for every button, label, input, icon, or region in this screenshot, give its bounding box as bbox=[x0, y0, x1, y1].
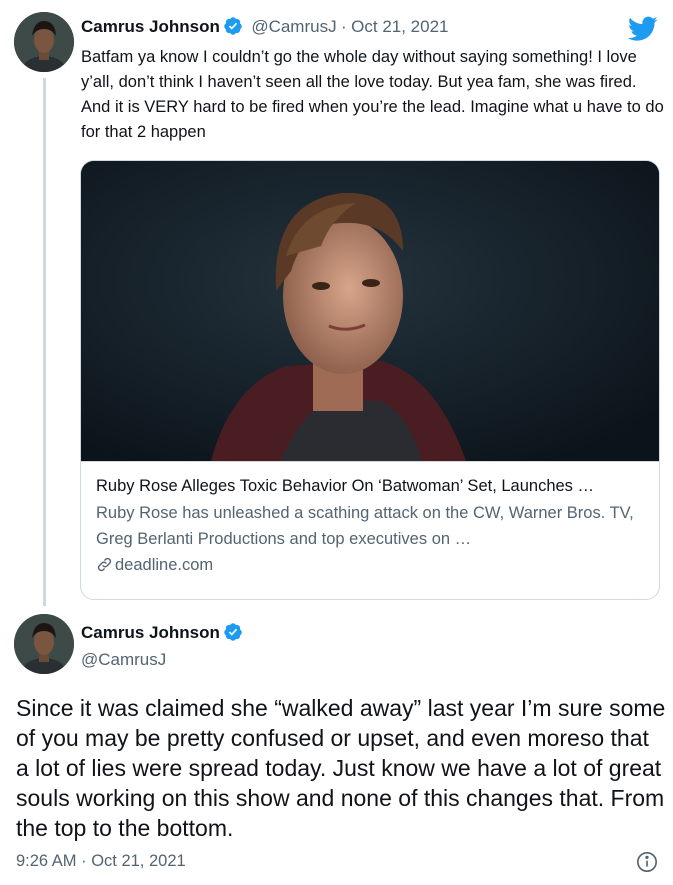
info-icon[interactable] bbox=[636, 851, 658, 873]
link-card[interactable]: Ruby Rose Alleges Toxic Behavior On ‘Bat… bbox=[80, 160, 660, 600]
tweet-text: Batfam ya know I couldn’t go the whole d… bbox=[81, 48, 664, 141]
tweet-header: Camrus Johnson @CamrusJ · Oct 21, 2021 bbox=[81, 16, 449, 37]
card-title[interactable]: Ruby Rose Alleges Toxic Behavior On ‘Bat… bbox=[96, 474, 644, 498]
avatar[interactable] bbox=[14, 12, 74, 72]
tweet-timestamp[interactable]: 9:26 AM · Oct 21, 2021 bbox=[16, 852, 186, 871]
separator-dot: · bbox=[341, 17, 347, 36]
link-icon bbox=[96, 555, 113, 572]
thread-connector bbox=[43, 78, 46, 606]
author-handle[interactable]: @CamrusJ bbox=[81, 650, 166, 670]
card-domain: deadline.com bbox=[115, 556, 214, 574]
twitter-bird-icon[interactable] bbox=[628, 16, 658, 42]
card-image bbox=[81, 161, 659, 461]
author-name[interactable]: Camrus Johnson bbox=[81, 623, 220, 642]
card-domain-row[interactable]: deadline.com bbox=[96, 552, 644, 578]
verified-badge-icon bbox=[223, 622, 243, 642]
tweet-header: Camrus Johnson bbox=[81, 622, 243, 643]
card-body: Ruby Rose Alleges Toxic Behavior On ‘Bat… bbox=[81, 461, 659, 578]
tweet-date[interactable]: Oct 21, 2021 bbox=[351, 17, 448, 36]
card-description: Ruby Rose has unleashed a scathing attac… bbox=[96, 504, 634, 548]
author-name[interactable]: Camrus Johnson bbox=[81, 17, 220, 36]
verified-badge-icon bbox=[223, 16, 243, 36]
avatar[interactable] bbox=[14, 614, 74, 674]
tweet-text: Since it was claimed she “walked away” l… bbox=[16, 695, 666, 841]
author-handle[interactable]: @CamrusJ bbox=[251, 17, 336, 36]
